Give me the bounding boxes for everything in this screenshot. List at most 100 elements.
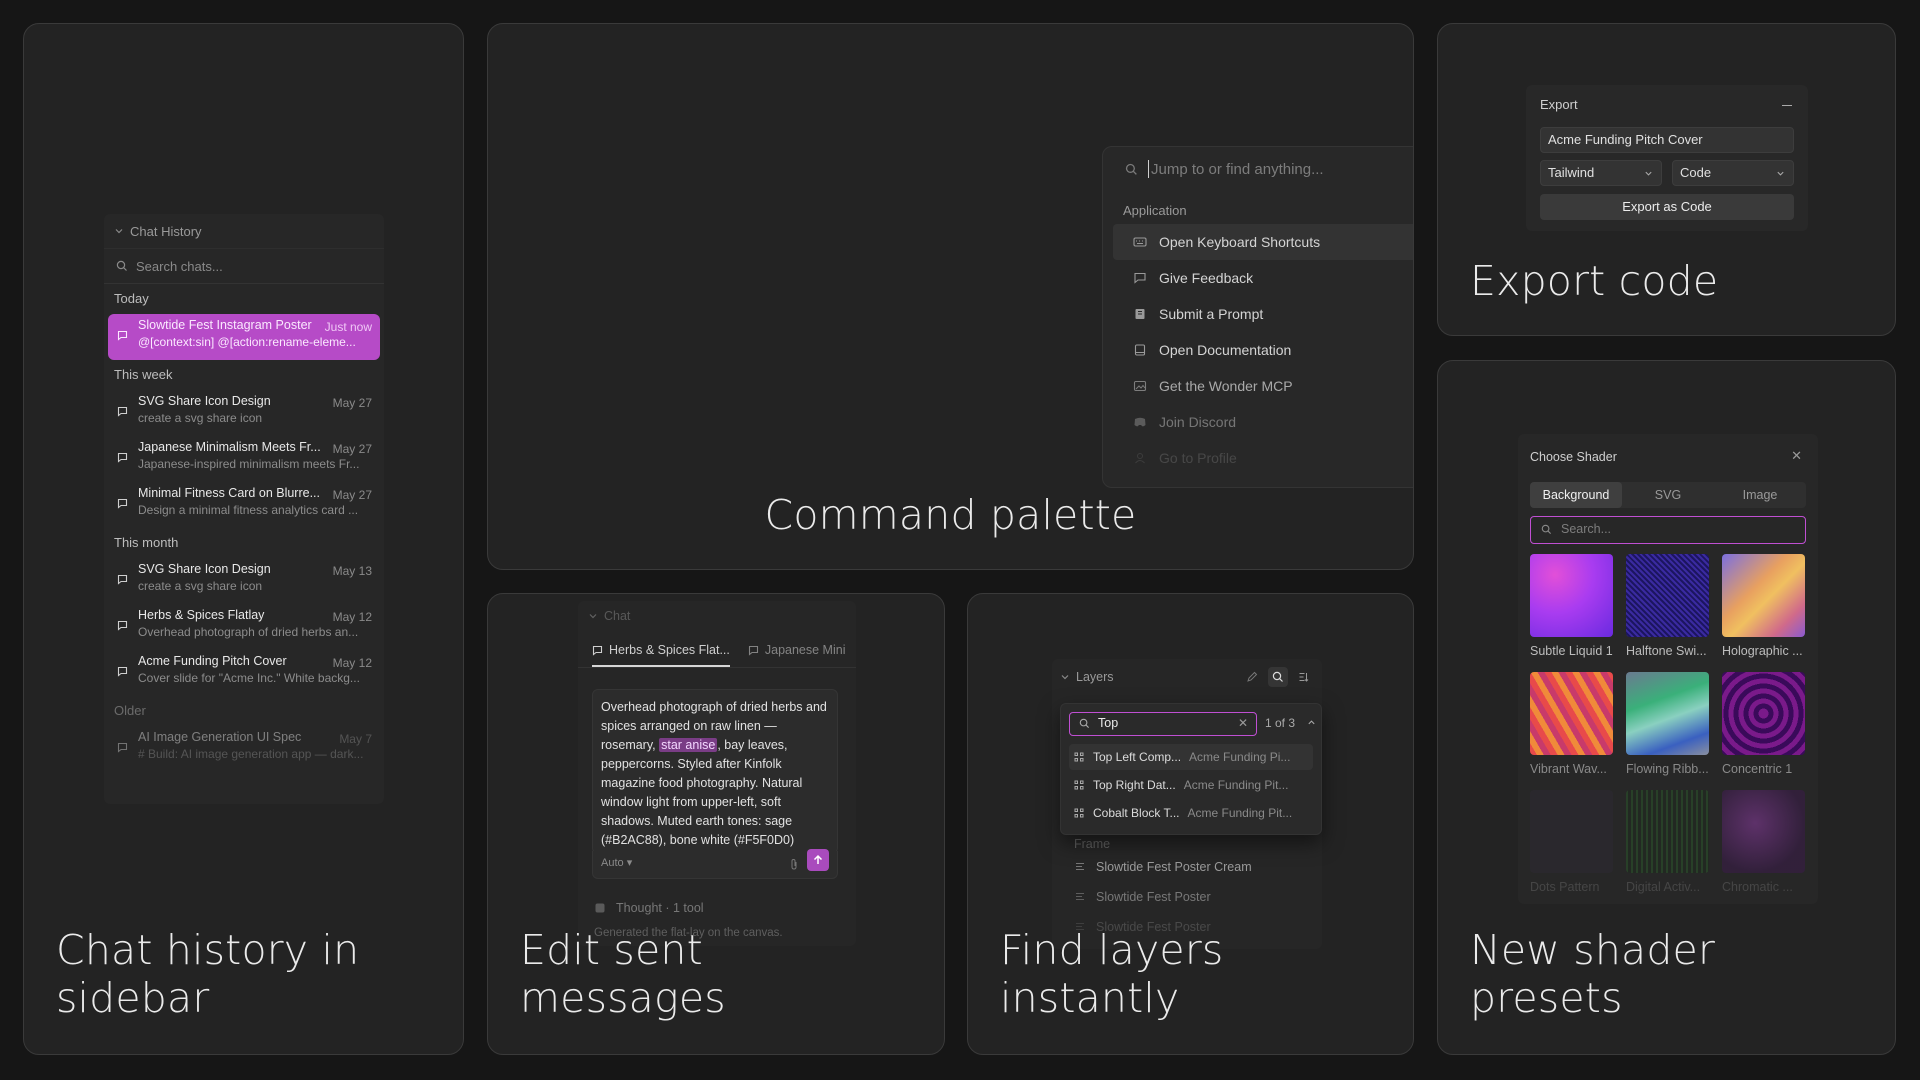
command-item-discord[interactable]: Join Discord [1113,404,1413,440]
command-search-placeholder: Jump to or find anything... [1151,160,1324,178]
chat-date: May 7 [339,732,372,746]
shader-preset-thumbnail[interactable] [1530,790,1613,873]
choose-shader-panel: Choose Shader ✕ Background SVG Image Sea… [1518,434,1818,904]
chat-search-input[interactable]: Search chats... [104,249,384,284]
chat-header-title: Chat [604,609,631,623]
tab-svg[interactable]: SVG [1622,482,1714,508]
tab-image[interactable]: Image [1714,482,1806,508]
clear-icon[interactable]: ✕ [1238,713,1248,734]
message-editor[interactable]: Overhead photograph of dried herbs and s… [592,689,838,854]
framework-select[interactable]: Tailwind [1540,160,1662,186]
layer-search-result[interactable]: Top Left Comp... Acme Funding Pi... [1069,744,1313,770]
export-card: Export Acme Funding Pitch Cover Tailwind… [1437,23,1896,336]
command-section-label: Application [1123,203,1187,218]
list-item[interactable]: Herbs & Spices Flatlay May 12 Overhead p… [108,604,380,650]
mode-select[interactable]: Auto ▾ [601,856,632,869]
shader-search-input[interactable]: Search... [1530,516,1806,544]
chat-history-panel: Chat History Search chats... Today Slowt… [104,214,384,804]
shader-preset-thumbnail[interactable] [1626,554,1709,637]
tab-label: Herbs & Spices Flat... [609,643,730,657]
card-caption: Find layers instantly [1000,926,1224,1022]
command-item-label: Open Documentation [1159,342,1292,358]
shader-preset-thumbnail[interactable] [1626,672,1709,755]
message-text-rest: , bay leaves, peppercorns. Styled after … [601,738,803,847]
chat-bubble-icon [117,406,128,417]
user-icon [1135,453,1145,464]
tab-herbs-spices[interactable]: Herbs & Spices Flat... [592,643,730,667]
export-as-code-button[interactable]: Export as Code [1540,194,1794,220]
list-item[interactable]: Minimal Fitness Card on Blurre... May 27… [108,482,380,528]
shader-preset-label: Subtle Liquid 1 [1530,644,1613,658]
shader-preset-thumbnail[interactable] [1530,554,1613,637]
list-item[interactable]: Slowtide Fest Instagram Poster Just now … [108,314,380,360]
chat-date: May 13 [332,564,372,578]
card-caption: Command palette [764,491,1137,539]
list-item[interactable]: Acme Funding Pitch Cover May 12 Cover sl… [108,650,380,696]
list-item[interactable]: SVG Share Icon Design May 27 create a sv… [108,390,380,436]
command-search-input[interactable]: Jump to or find anything... [1103,147,1413,191]
chat-title: Slowtide Fest Instagram Poster [138,318,312,332]
layer-search-result[interactable]: Top Right Dat... Acme Funding Pit... [1069,772,1313,798]
chat-bubble-icon [592,645,603,656]
chat-panel: Chat Herbs & Spices Flat... Japanese Min… [578,601,856,946]
chevron-down-icon [1777,171,1784,176]
format-select[interactable]: Code [1672,160,1794,186]
chat-date: May 27 [332,488,372,502]
send-button[interactable] [807,849,829,871]
chat-title: SVG Share Icon Design [138,562,271,576]
book-icon [1134,344,1146,356]
group-older: Older [114,703,146,718]
pen-icon[interactable] [1242,667,1262,687]
filter-list-icon[interactable] [1294,667,1314,687]
layers-toolbar [1242,667,1314,687]
layer-search-popover: Top ✕ 1 of 3 Top Left Comp... Acme Fundi… [1060,703,1322,835]
command-item-keyboard-shortcuts[interactable]: Open Keyboard Shortcuts [1113,224,1413,260]
close-icon[interactable]: ✕ [1791,448,1802,464]
shader-preset-label: Halftone Swi... [1626,644,1707,658]
command-item-documentation[interactable]: Open Documentation [1113,332,1413,368]
chevron-up-icon[interactable] [1307,718,1316,727]
command-item-wonder-mcp[interactable]: Get the Wonder MCP [1113,368,1413,404]
chat-history-header[interactable]: Chat History [104,214,384,249]
chevron-down-icon [589,614,597,619]
chat-snippet: create a svg share icon [138,579,263,593]
layer-row[interactable]: Frame [1074,837,1110,851]
layer-row[interactable]: Slowtide Fest Poster Cream [1074,860,1252,874]
tab-japanese[interactable]: Japanese Mini [748,643,845,667]
layer-row-label: Slowtide Fest Poster [1096,890,1211,904]
layers-title: Layers [1076,670,1114,684]
command-item-submit-prompt[interactable]: Submit a Prompt [1113,296,1413,332]
paperclip-icon[interactable] [789,858,799,870]
shader-preset-thumbnail[interactable] [1530,672,1613,755]
chat-title: Japanese Minimalism Meets Fr... [138,440,321,454]
shader-preset-thumbnail[interactable] [1722,790,1805,873]
shader-preset-thumbnail[interactable] [1626,790,1709,873]
list-item[interactable]: Japanese Minimalism Meets Fr... May 27 J… [108,436,380,482]
shader-preset-thumbnail[interactable] [1722,554,1805,637]
component-icon [1074,752,1084,762]
keyboard-icon [1133,237,1147,247]
shader-preset-label: Digital Activ... [1626,880,1701,894]
list-item[interactable]: SVG Share Icon Design May 13 create a sv… [108,558,380,604]
chat-date: May 27 [332,396,372,410]
layer-search-input[interactable]: Top ✕ [1069,712,1257,736]
search-icon[interactable] [1268,667,1288,687]
command-item-feedback[interactable]: Give Feedback [1113,260,1413,296]
export-name-field[interactable]: Acme Funding Pitch Cover [1540,127,1794,153]
layer-row-label: Slowtide Fest Poster Cream [1096,860,1252,874]
layer-search-result[interactable]: Cobalt Block T... Acme Funding Pit... [1069,800,1313,826]
framework-value: Tailwind [1548,165,1595,180]
chat-title: Acme Funding Pitch Cover [138,654,287,668]
minimize-icon[interactable] [1782,105,1792,106]
shader-preset-thumbnail[interactable] [1722,672,1805,755]
thought-row[interactable]: Thought · 1 tool [594,901,704,915]
layer-row[interactable]: Slowtide Fest Poster [1074,890,1211,904]
card-caption: Export code [1470,257,1719,305]
command-item-profile[interactable]: Go to Profile [1113,440,1413,476]
arrow-up-icon [813,854,823,864]
layers-panel: Layers Frame Slowtide Fest Poster Cream … [1052,659,1322,949]
list-item[interactable]: AI Image Generation UI Spec May 7 # Buil… [108,726,380,772]
command-item-label: Get the Wonder MCP [1159,378,1293,394]
tab-background[interactable]: Background [1530,482,1622,508]
chat-bubble-icon [117,498,128,509]
